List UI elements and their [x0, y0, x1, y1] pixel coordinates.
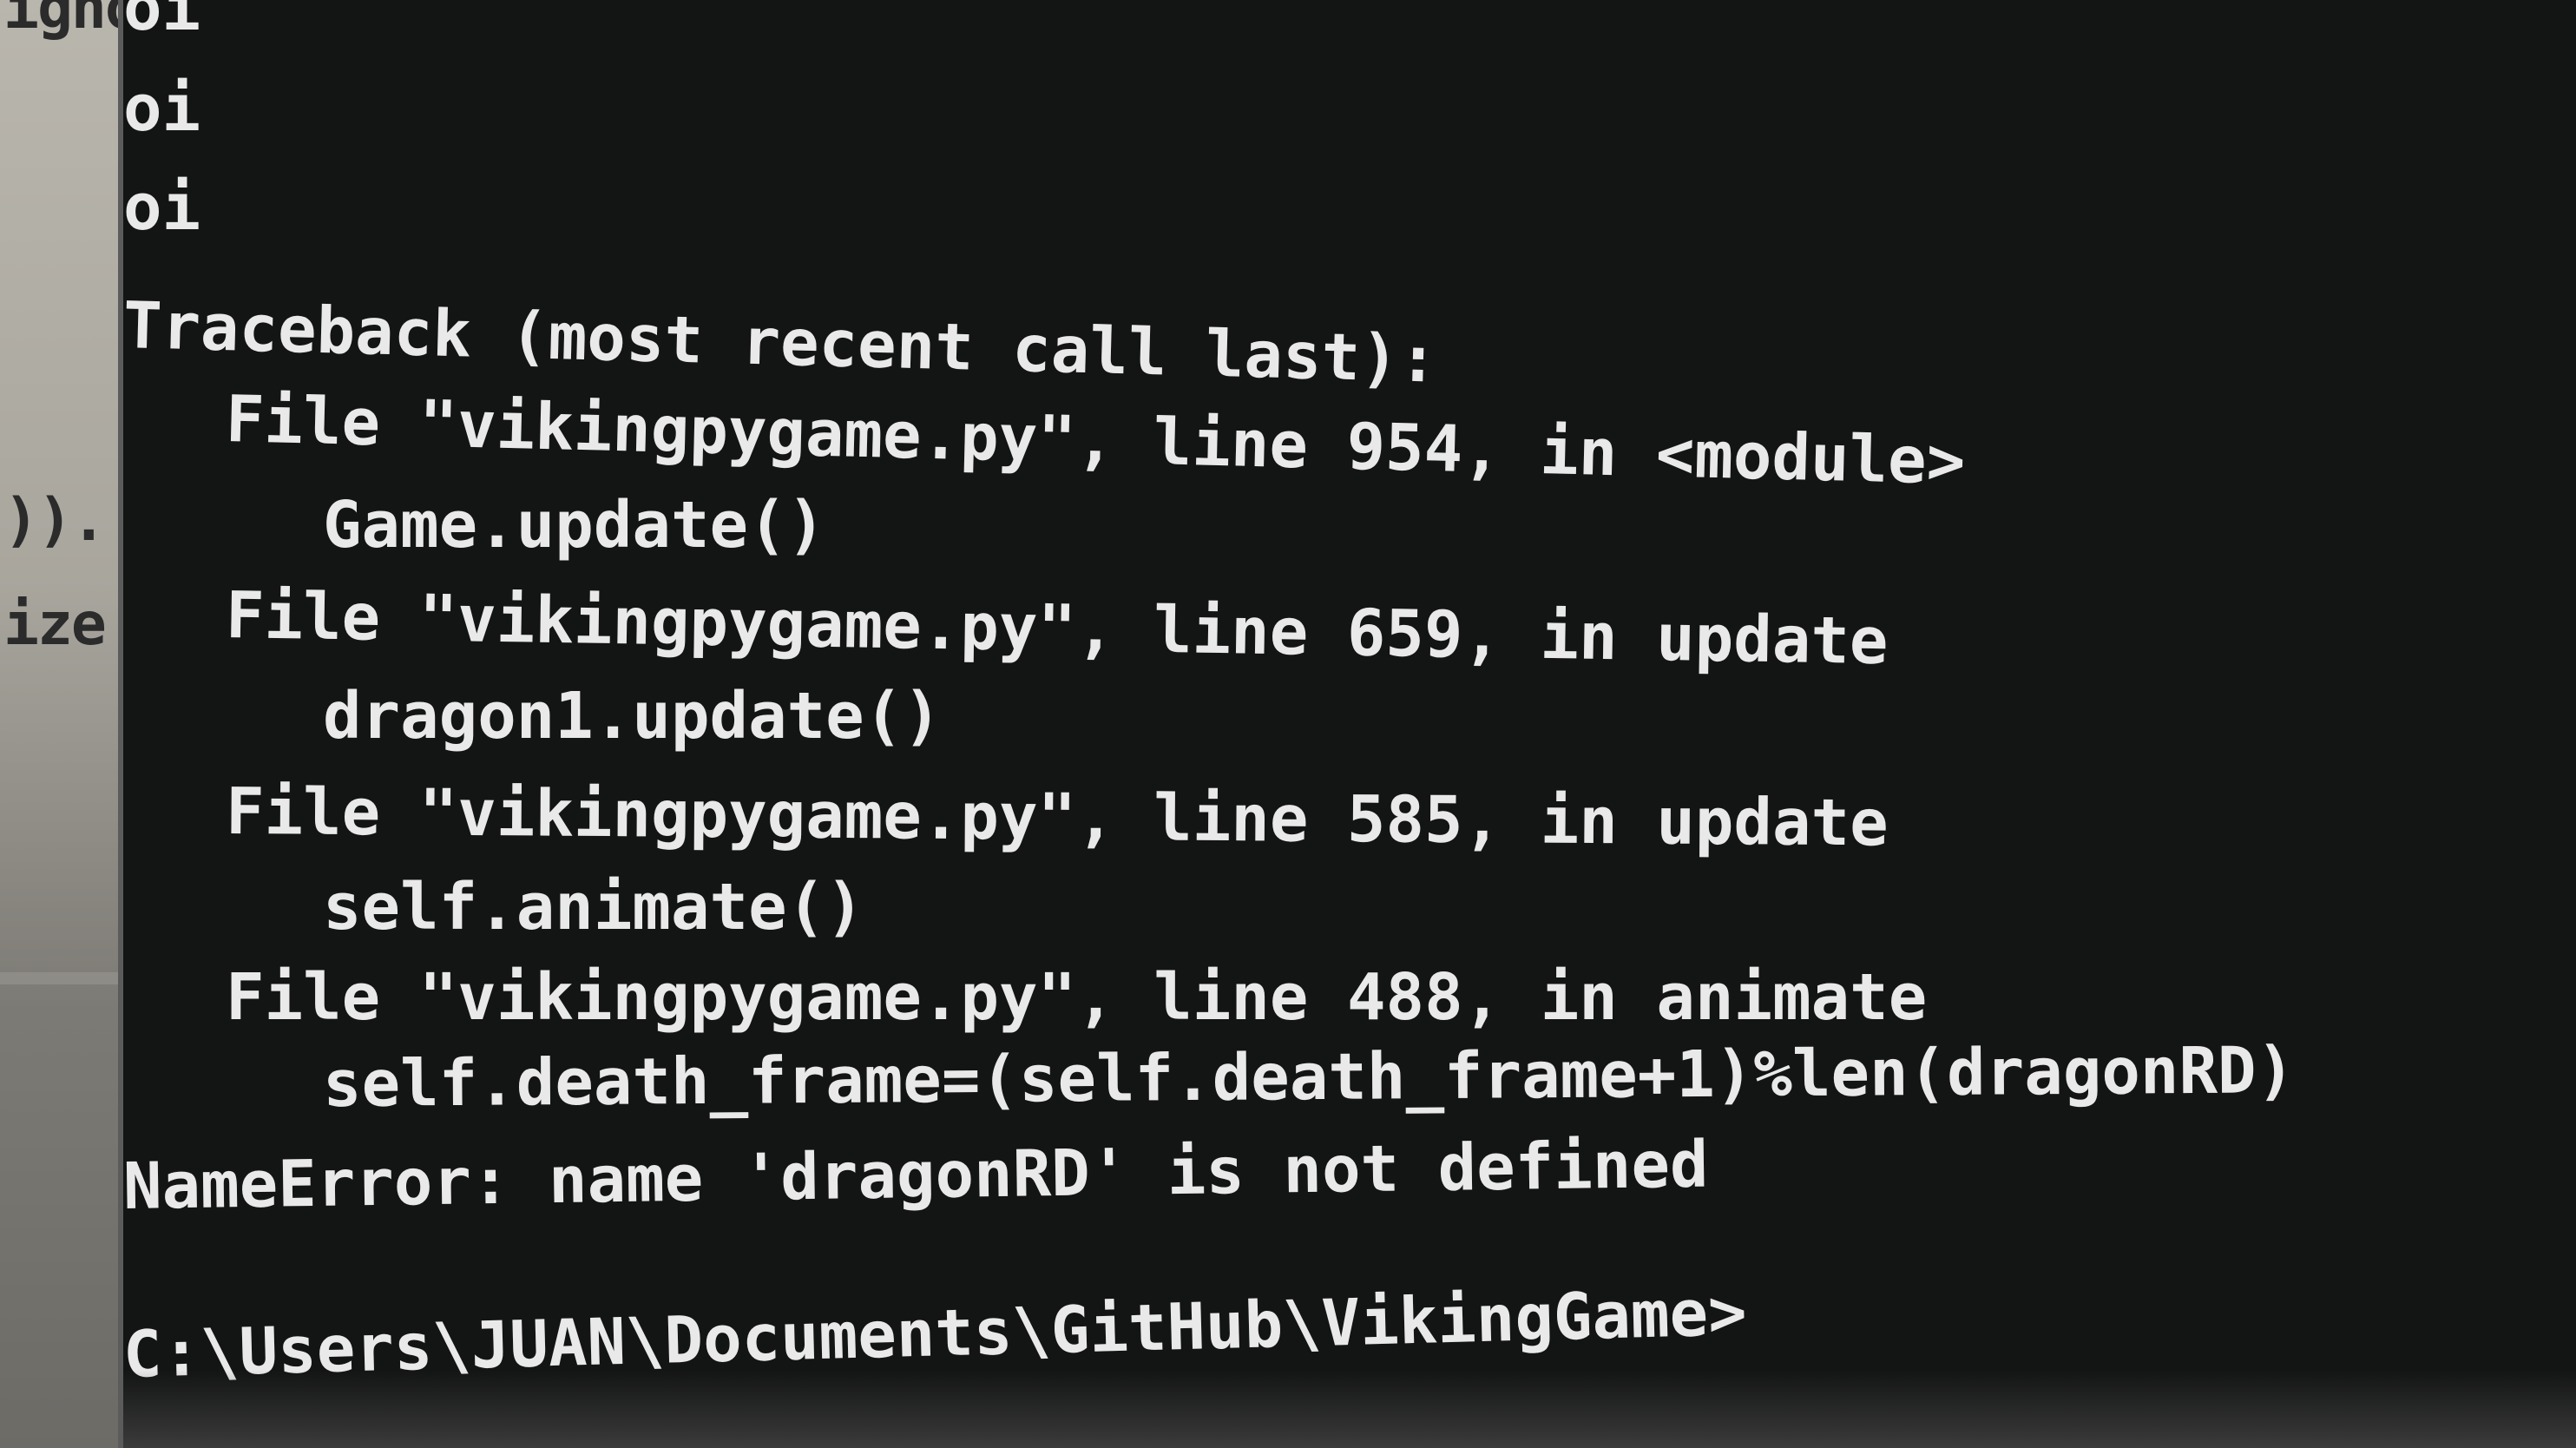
traceback-file-line: File "vikingpygame.py", line 659, in upd… — [225, 578, 1889, 680]
editor-text-fragment: ize — [3, 590, 107, 659]
traceback-header: Traceback (most recent call last): — [122, 288, 1439, 398]
editor-text-fragment: )). — [3, 486, 107, 555]
traceback-code-line: dragon1.update() — [323, 679, 942, 754]
editor-divider — [0, 972, 122, 984]
console-output-line: oi — [123, 170, 201, 245]
background-editor-window: ignoi )). ize — [0, 0, 122, 1448]
error-message: NameError: name 'dragonRD' is not define… — [122, 1127, 1710, 1224]
command-prompt[interactable]: C:\Users\JUAN\Documents\GitHub\VikingGam… — [123, 1275, 1748, 1392]
traceback-code-line: Game.update() — [323, 488, 826, 563]
traceback-code-line: self.death_frame=(self.death_frame+1)%le… — [322, 1033, 2296, 1122]
editor-text-fragment: ignoi — [3, 0, 122, 43]
console-output-line: oi — [123, 0, 201, 45]
traceback-file-line: File "vikingpygame.py", line 954, in <mo… — [224, 382, 1967, 499]
traceback-file-line: File "vikingpygame.py", line 585, in upd… — [225, 774, 1889, 861]
console-output-line: oi — [123, 71, 201, 146]
console-window[interactable]: oi oi oi Traceback (most recent call las… — [118, 0, 2576, 1448]
traceback-code-line: self.animate() — [323, 870, 864, 944]
traceback-file-line: File "vikingpygame.py", line 488, in ani… — [226, 960, 1928, 1035]
